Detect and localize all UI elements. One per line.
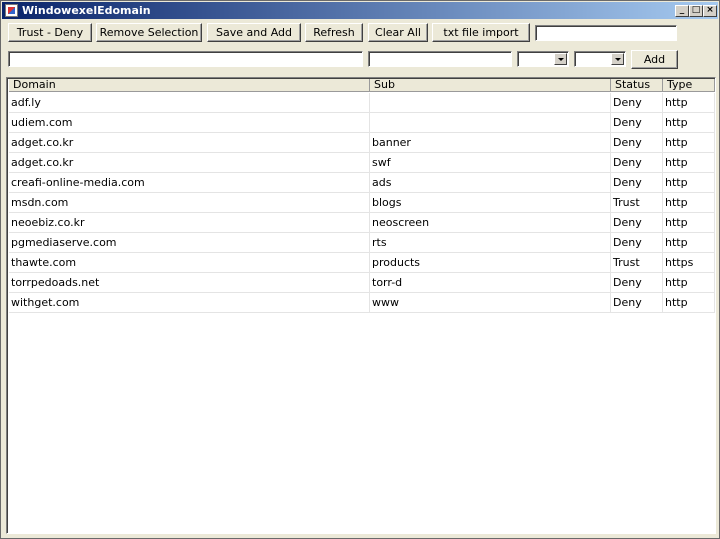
cell-type: http xyxy=(663,293,715,313)
cell-type: http xyxy=(663,113,715,133)
app-window: WindowexelEdomain _ □ × Trust - Deny Rem… xyxy=(0,0,720,539)
domain-table[interactable]: Domain Sub Status Type adf.ly Deny http … xyxy=(6,77,716,534)
cell-sub: www xyxy=(370,293,611,313)
save-and-add-button[interactable]: Save and Add xyxy=(207,23,301,42)
cell-status: Deny xyxy=(611,93,663,113)
clear-all-button[interactable]: Clear All xyxy=(368,23,428,42)
cell-domain: torrpedoads.net xyxy=(9,273,370,293)
cell-status: Deny xyxy=(611,273,663,293)
cell-domain: udiem.com xyxy=(9,113,370,133)
title-bar[interactable]: WindowexelEdomain _ □ × xyxy=(2,2,718,19)
cell-domain: adf.ly xyxy=(9,93,370,113)
table-row[interactable]: pgmediaserve.com rts Deny http xyxy=(9,233,715,253)
domain-input[interactable] xyxy=(8,51,363,67)
cell-status: Deny xyxy=(611,153,663,173)
cell-sub: rts xyxy=(370,233,611,253)
table-row[interactable]: msdn.com blogs Trust http xyxy=(9,193,715,213)
cell-sub xyxy=(370,113,611,133)
import-path-input[interactable] xyxy=(535,25,677,41)
window-title: WindowexelEdomain xyxy=(22,4,151,17)
table-row[interactable]: creafi-online-media.com ads Deny http xyxy=(9,173,715,193)
app-icon xyxy=(5,4,18,17)
table-row[interactable]: adget.co.kr banner Deny http xyxy=(9,133,715,153)
cell-domain: neoebiz.co.kr xyxy=(9,213,370,233)
minimize-icon[interactable]: _ xyxy=(675,5,689,17)
cell-type: http xyxy=(663,273,715,293)
table-row[interactable]: withget.com www Deny http xyxy=(9,293,715,313)
cell-domain: withget.com xyxy=(9,293,370,313)
cell-sub: swf xyxy=(370,153,611,173)
cell-sub: products xyxy=(370,253,611,273)
cell-status: Deny xyxy=(611,173,663,193)
cell-status: Trust xyxy=(611,253,663,273)
cell-status: Deny xyxy=(611,133,663,153)
cell-status: Deny xyxy=(611,293,663,313)
cell-type: http xyxy=(663,153,715,173)
cell-status: Trust xyxy=(611,193,663,213)
table-row[interactable]: torrpedoads.net torr-d Deny http xyxy=(9,273,715,293)
cell-sub: torr-d xyxy=(370,273,611,293)
cell-type: http xyxy=(663,233,715,253)
column-header-type[interactable]: Type xyxy=(663,79,715,92)
cell-type: http xyxy=(663,193,715,213)
sub-input[interactable] xyxy=(368,51,512,67)
chevron-down-icon[interactable] xyxy=(554,53,567,65)
cell-status: Deny xyxy=(611,213,663,233)
status-select[interactable] xyxy=(517,51,569,67)
column-header-status[interactable]: Status xyxy=(611,79,663,92)
add-button[interactable]: Add xyxy=(631,50,678,69)
cell-domain: pgmediaserve.com xyxy=(9,233,370,253)
close-icon[interactable]: × xyxy=(703,5,717,17)
table-row[interactable]: adget.co.kr swf Deny http xyxy=(9,153,715,173)
cell-status: Deny xyxy=(611,113,663,133)
cell-sub: blogs xyxy=(370,193,611,213)
cell-type: http xyxy=(663,213,715,233)
table-row[interactable]: adf.ly Deny http xyxy=(9,93,715,113)
txt-file-import-button[interactable]: txt file import xyxy=(432,23,530,42)
chevron-down-icon[interactable] xyxy=(611,53,624,65)
cell-domain: creafi-online-media.com xyxy=(9,173,370,193)
cell-domain: adget.co.kr xyxy=(9,133,370,153)
table-header: Domain Sub Status Type xyxy=(9,79,715,92)
remove-selection-button[interactable]: Remove Selection xyxy=(96,23,202,42)
cell-domain: thawte.com xyxy=(9,253,370,273)
cell-status: Deny xyxy=(611,233,663,253)
maximize-icon[interactable]: □ xyxy=(689,5,703,17)
table-row[interactable]: thawte.com products Trust https xyxy=(9,253,715,273)
column-header-sub[interactable]: Sub xyxy=(370,79,611,92)
type-select[interactable] xyxy=(574,51,626,67)
cell-sub: neoscreen xyxy=(370,213,611,233)
cell-type: http xyxy=(663,173,715,193)
cell-sub xyxy=(370,93,611,113)
refresh-button[interactable]: Refresh xyxy=(305,23,363,42)
trust-deny-button[interactable]: Trust - Deny xyxy=(8,23,92,42)
cell-sub: ads xyxy=(370,173,611,193)
cell-type: http xyxy=(663,93,715,113)
column-header-domain[interactable]: Domain xyxy=(9,79,370,92)
table-row[interactable]: neoebiz.co.kr neoscreen Deny http xyxy=(9,213,715,233)
cell-domain: msdn.com xyxy=(9,193,370,213)
table-row[interactable]: udiem.com Deny http xyxy=(9,113,715,133)
cell-type: https xyxy=(663,253,715,273)
cell-domain: adget.co.kr xyxy=(9,153,370,173)
cell-sub: banner xyxy=(370,133,611,153)
cell-type: http xyxy=(663,133,715,153)
